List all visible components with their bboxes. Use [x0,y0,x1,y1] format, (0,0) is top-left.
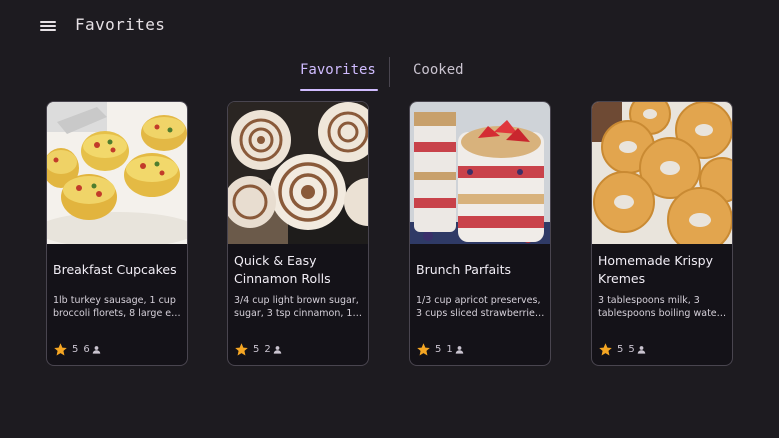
recipe-card[interactable]: Breakfast Cupcakes 1lb turkey sausage, 1… [46,101,188,366]
recipe-meta: 5 1 [416,341,464,357]
recipe-ingredients: 1lb turkey sausage, 1 cup broccoli flore… [53,295,183,319]
recipe-image-glazed-donuts [592,102,732,244]
rating-value: 5 [253,343,260,355]
recipe-image-cinnamon-rolls [228,102,368,244]
star-icon [599,342,612,355]
star-icon [417,342,430,355]
person-icon [273,345,281,354]
person-icon [637,345,645,354]
top-app-bar: Favorites [0,0,779,52]
person-count: 2 [264,343,271,355]
person-count: 5 [628,343,635,355]
recipe-meta: 5 2 [234,341,282,357]
tab-bar: Favorites Cooked [290,56,490,92]
rating-value: 5 [617,343,624,355]
tab-divider [389,57,390,87]
person-count: 6 [83,343,90,355]
recipe-meta: 5 5 [598,341,646,357]
star-icon [235,342,248,355]
recipe-title: Homemade Krispy Kremes [598,253,714,286]
recipe-ingredients: 3/4 cup light brown sugar, sugar, 3 tsp … [234,295,364,319]
person-icon [92,345,100,354]
rating-value: 5 [435,343,442,355]
recipe-ingredients: 3 tablespoons milk, 3 tablespoons boilin… [598,295,728,319]
recipe-title: Quick & Easy Cinnamon Rolls [234,253,331,286]
tab-favorites[interactable]: Favorites [300,56,376,90]
page-title: Favorites [75,15,166,34]
hamburger-menu-icon[interactable] [36,14,60,38]
person-count: 1 [446,343,453,355]
recipe-title: Breakfast Cupcakes [53,262,177,277]
recipe-card[interactable]: Quick & Easy Cinnamon Rolls 3/4 cup ligh… [227,101,369,366]
recipe-meta: 5 6 [53,341,101,357]
recipe-image-egg-muffins [47,102,187,244]
recipe-ingredients: 1/3 cup apricot preserves, 3 cups sliced… [416,295,546,319]
tab-cooked[interactable]: Cooked [413,56,464,90]
tab-indicator [300,89,378,91]
recipe-title: Brunch Parfaits [416,262,512,277]
app-root: Favorites Favorites Cooked Breakfast Cup… [0,0,779,438]
rating-value: 5 [72,343,79,355]
person-icon [455,345,463,354]
recipe-card[interactable]: Brunch Parfaits 1/3 cup apricot preserve… [409,101,551,366]
recipe-card[interactable]: Homemade Krispy Kremes 3 tablespoons mil… [591,101,733,366]
recipe-image-yogurt-parfaits [410,102,550,244]
star-icon [54,342,67,355]
